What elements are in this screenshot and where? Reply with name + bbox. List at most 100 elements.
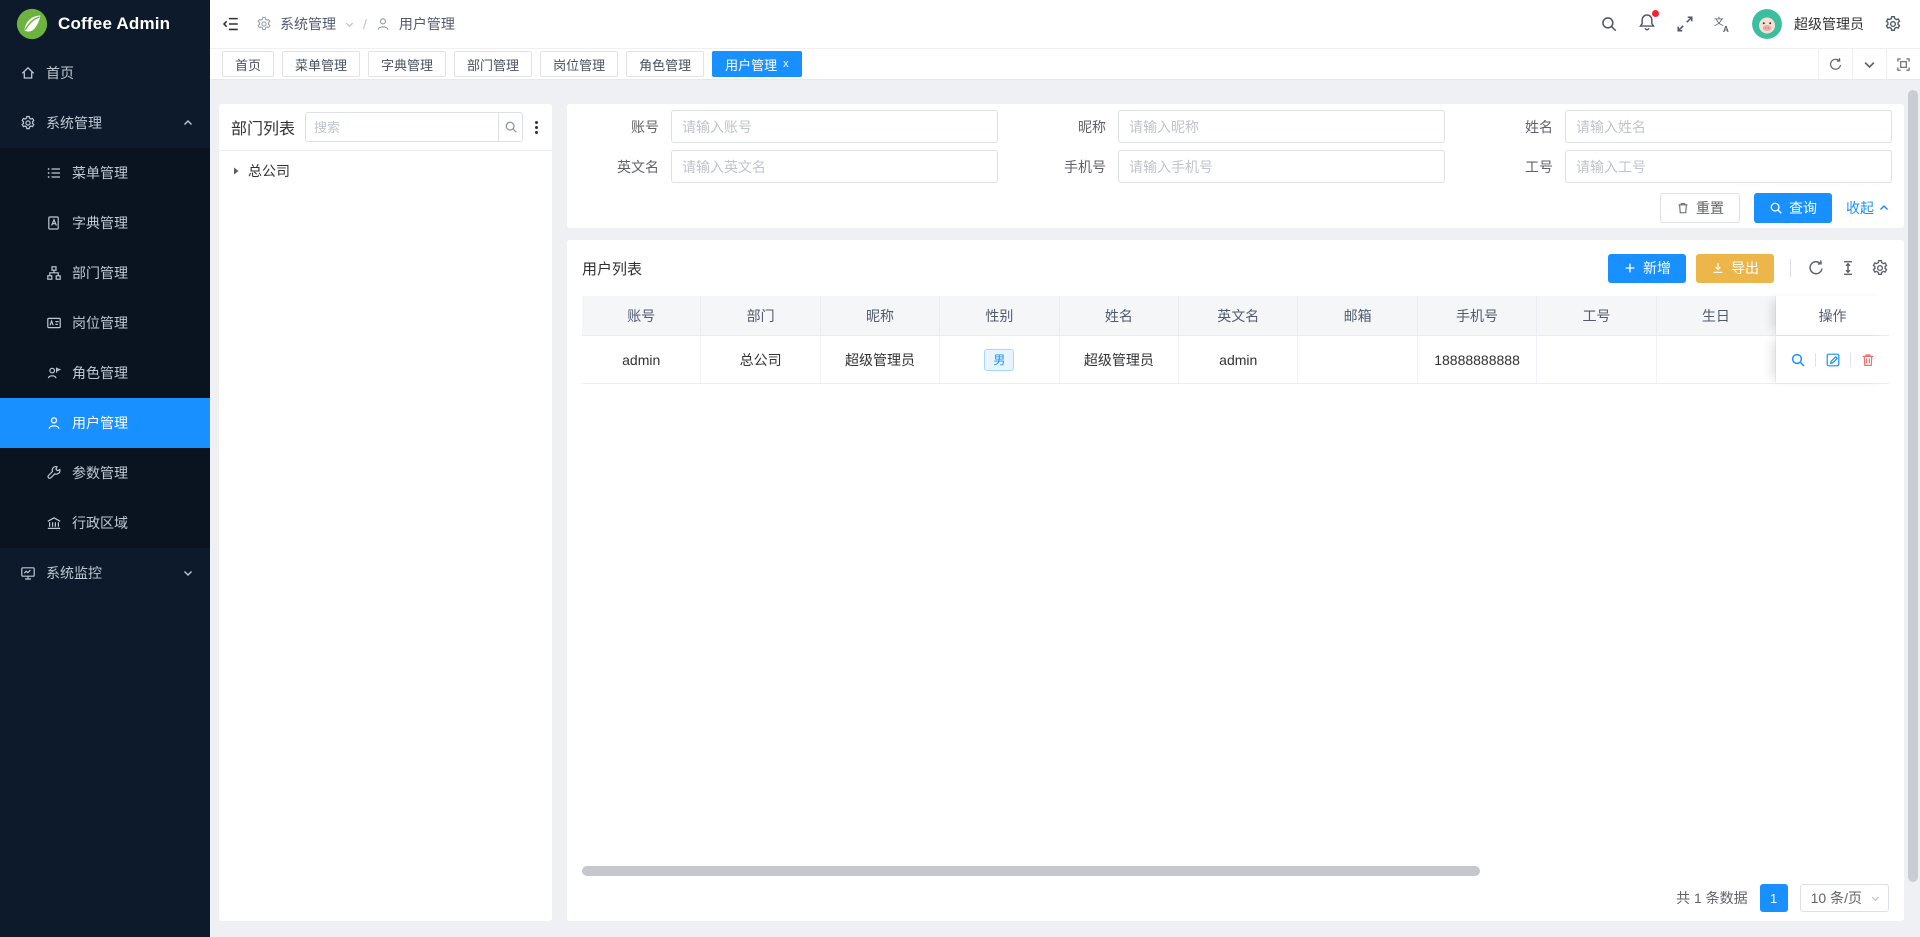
cell-nickname: 超级管理员 xyxy=(821,336,940,383)
field-label: 工号 xyxy=(1473,157,1553,177)
page-1-button[interactable]: 1 xyxy=(1760,884,1788,912)
username[interactable]: 超级管理员 xyxy=(1794,14,1864,34)
breadcrumb-section[interactable]: 系统管理 xyxy=(280,14,336,34)
sidebar-item-dept-mgmt[interactable]: 部门管理 xyxy=(0,248,210,298)
sidebar-item-label: 部门管理 xyxy=(72,263,128,283)
region-icon xyxy=(46,515,62,531)
account-input[interactable] xyxy=(671,110,998,143)
app-title: Coffee Admin xyxy=(58,14,170,34)
maximize-content-button[interactable] xyxy=(1886,49,1920,79)
translate-icon[interactable]: 文A xyxy=(1714,15,1732,33)
add-user-button[interactable]: 新增 xyxy=(1608,254,1686,283)
tab-menu-mgmt[interactable]: 菜单管理 xyxy=(282,51,360,77)
sidebar-item-system[interactable]: 系统管理 xyxy=(0,98,210,148)
user-list-title: 用户列表 xyxy=(582,258,642,279)
page-size-select[interactable]: 10 条/页 xyxy=(1800,884,1889,912)
sidebar-item-params-mgmt[interactable]: 参数管理 xyxy=(0,448,210,498)
toolbar-divider xyxy=(1790,259,1791,277)
tab-dict-mgmt[interactable]: 字典管理 xyxy=(368,51,446,77)
tab-close-icon[interactable]: x xyxy=(783,58,789,70)
fullscreen-icon[interactable] xyxy=(1676,15,1694,33)
svg-text:A: A xyxy=(1723,25,1729,33)
tab-user-mgmt[interactable]: 用户管理 x xyxy=(712,51,802,77)
tab-home[interactable]: 首页 xyxy=(222,51,274,77)
nickname-input[interactable] xyxy=(1118,110,1445,143)
settings-gear-icon[interactable] xyxy=(1884,15,1902,33)
sidebar-item-role-mgmt[interactable]: 角色管理 xyxy=(0,348,210,398)
search-icon[interactable] xyxy=(1600,15,1618,33)
search-filter-grid: 账号 昵称 姓名 英文名 xyxy=(579,110,1892,183)
tab-label: 首页 xyxy=(235,55,261,74)
sidebar-item-menu-mgmt[interactable]: 菜单管理 xyxy=(0,148,210,198)
name-input[interactable] xyxy=(1565,110,1892,143)
chevron-down-icon xyxy=(1870,893,1881,904)
search-button[interactable]: 查询 xyxy=(1754,193,1832,223)
plus-icon xyxy=(1623,261,1637,275)
topbar: 系统管理 / 用户管理 文A 超级管理员 xyxy=(210,0,1920,49)
collapse-sidebar-icon[interactable] xyxy=(222,15,240,33)
vertical-scrollbar-thumb[interactable] xyxy=(1908,90,1918,882)
column-header: 英文名 xyxy=(1179,296,1298,335)
tabbar: 首页 菜单管理 字典管理 部门管理 岗位管理 角色管理 用户管理 x xyxy=(210,49,1920,80)
cell-english-name: admin xyxy=(1179,336,1298,383)
horizontal-scrollbar-thumb[interactable] xyxy=(582,866,1480,876)
reset-label: 重置 xyxy=(1696,198,1724,218)
home-icon xyxy=(20,65,36,81)
tab-role-mgmt[interactable]: 角色管理 xyxy=(626,51,704,77)
collapse-filter-link[interactable]: 收起 xyxy=(1846,198,1890,218)
tabs-dropdown-button[interactable] xyxy=(1852,49,1886,79)
english-name-input[interactable] xyxy=(671,150,998,183)
content: 部门列表 总公司 xyxy=(210,80,1920,937)
add-label: 新增 xyxy=(1643,258,1671,278)
refresh-icon xyxy=(1828,57,1843,72)
sidebar-item-post-mgmt[interactable]: 岗位管理 xyxy=(0,298,210,348)
tab-dept-mgmt[interactable]: 部门管理 xyxy=(454,51,532,77)
refresh-tab-button[interactable] xyxy=(1818,49,1852,79)
column-header: 生日 xyxy=(1657,296,1776,335)
sidebar-item-dict-mgmt[interactable]: 字典管理 xyxy=(0,198,210,248)
department-search-input[interactable] xyxy=(306,113,498,141)
export-button[interactable]: 导出 xyxy=(1696,254,1774,283)
tab-post-mgmt[interactable]: 岗位管理 xyxy=(540,51,618,77)
department-search-group xyxy=(305,112,523,142)
department-panel: 部门列表 总公司 xyxy=(219,104,552,921)
department-search-button[interactable] xyxy=(498,113,522,141)
notifications-button[interactable] xyxy=(1638,13,1656,36)
sidebar-item-region-mgmt[interactable]: 行政区域 xyxy=(0,498,210,548)
phone-input[interactable] xyxy=(1118,150,1445,183)
table-empty-space xyxy=(582,384,1889,866)
field-english-name: 英文名 xyxy=(579,150,998,183)
avatar[interactable] xyxy=(1752,9,1782,39)
breadcrumb-page: 用户管理 xyxy=(399,14,455,34)
sidebar-item-monitor[interactable]: 系统监控 xyxy=(0,548,210,598)
tabbar-controls xyxy=(1818,49,1920,79)
user-list-header: 用户列表 新增 导出 xyxy=(582,240,1889,296)
sidebar-item-home[interactable]: 首页 xyxy=(0,48,210,98)
row-height-icon[interactable] xyxy=(1839,259,1857,277)
field-label: 手机号 xyxy=(1026,157,1106,177)
collapse-label: 收起 xyxy=(1846,198,1874,218)
maximize-icon xyxy=(1896,57,1911,72)
sidebar-menu: 首页 系统管理 菜单管理 字典管理 部门管理 xyxy=(0,48,210,598)
breadcrumb-separator: / xyxy=(363,16,367,32)
chevron-up-icon xyxy=(182,117,194,129)
search-label: 查询 xyxy=(1789,198,1817,218)
tree-item-head-office[interactable]: 总公司 xyxy=(231,161,540,181)
view-icon[interactable] xyxy=(1790,352,1806,368)
sidebar-item-label: 系统管理 xyxy=(46,113,102,133)
delete-icon[interactable] xyxy=(1860,352,1876,368)
job-number-input[interactable] xyxy=(1565,150,1892,183)
sidebar-item-label: 行政区域 xyxy=(72,513,128,533)
sidebar-item-user-mgmt[interactable]: 用户管理 xyxy=(0,398,210,448)
sidebar-item-label: 岗位管理 xyxy=(72,313,128,333)
gear-icon xyxy=(20,115,36,131)
edit-icon[interactable] xyxy=(1825,352,1841,368)
kebab-menu-icon[interactable] xyxy=(533,117,540,138)
table-row[interactable]: admin 总公司 超级管理员 男 超级管理员 admin 1888888888… xyxy=(582,336,1889,384)
refresh-icon[interactable] xyxy=(1807,259,1825,277)
reset-button[interactable]: 重置 xyxy=(1660,193,1740,223)
caret-right-icon[interactable] xyxy=(231,166,241,176)
field-phone: 手机号 xyxy=(1026,150,1445,183)
table-toolbar: 新增 导出 xyxy=(1608,254,1889,283)
column-settings-gear-icon[interactable] xyxy=(1871,259,1889,277)
